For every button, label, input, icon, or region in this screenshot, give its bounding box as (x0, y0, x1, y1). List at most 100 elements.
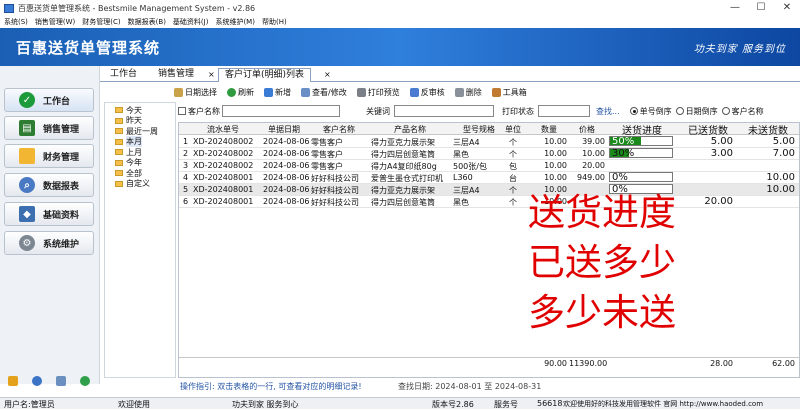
unapprove-button[interactable]: 反审核 (409, 87, 445, 98)
cell-date: 2024-08-06 (263, 149, 310, 158)
cell-customer: 零售客户 (311, 150, 343, 159)
info-icon[interactable] (32, 376, 42, 386)
cell-date: 2024-08-06 (263, 173, 310, 182)
col-date[interactable]: 单据日期 (259, 124, 309, 135)
print-preview-button[interactable]: 打印预览 (356, 87, 400, 98)
progress-label: 30% (612, 148, 635, 159)
radio-customer[interactable] (721, 107, 730, 115)
col-customer[interactable]: 客户名称 (311, 124, 367, 135)
col-undelivered[interactable]: 未送货数 (735, 123, 799, 137)
menu-sales[interactable]: 销售管理(W) (35, 17, 75, 27)
basic-data-icon: ◆ (19, 206, 35, 222)
tree-item[interactable]: 今天 (105, 105, 175, 116)
status-version: 版本号2.86 (432, 400, 474, 409)
cell-undelivered: 7.00 (772, 148, 795, 159)
annotation-line: 已送多少 (528, 241, 676, 284)
col-spec[interactable]: 型号规格 (451, 124, 507, 135)
sidebar-item-sales[interactable]: ▤ 销售管理 (4, 116, 94, 140)
menu-reports[interactable]: 数据报表(B) (128, 17, 166, 27)
gear-icon: ⚙ (19, 235, 35, 251)
customer-select[interactable] (222, 105, 340, 117)
sidebar-item-maintenance[interactable]: ⚙ 系统维护 (4, 231, 94, 255)
col-price[interactable]: 价格 (569, 124, 605, 135)
col-progress[interactable]: 送货进度 (607, 123, 677, 137)
cell-date: 2024-08-06 (263, 197, 310, 206)
sidebar-item-finance[interactable]: 财务管理 (4, 144, 94, 168)
table-row[interactable]: 3 XD-202408002 2024-08-06 零售客户 得力A4复印纸80g 500… (179, 160, 799, 172)
refresh-icon (227, 87, 236, 97)
tree-item[interactable]: 上月 (105, 147, 175, 158)
tab-customer-orders[interactable]: 客户订单(明细)列表 (218, 68, 312, 82)
folder-icon (115, 180, 123, 187)
tab-close-icon[interactable]: × (208, 70, 215, 79)
monitor-icon[interactable] (56, 376, 66, 386)
tree-item[interactable]: 昨天 (105, 116, 175, 127)
delete-button[interactable]: 删除 (454, 87, 482, 98)
tab-close-icon[interactable]: × (324, 70, 331, 79)
tree-item[interactable]: 最近一周 (105, 126, 175, 137)
tab-sales[interactable]: 销售管理 (152, 68, 200, 82)
table-row[interactable]: 1 XD-202408002 2024-08-06 零售客户 得力亚克力展示架 三层A4 个… (179, 136, 799, 148)
menu-help[interactable]: 帮助(H) (262, 17, 287, 27)
col-unit[interactable]: 单位 (503, 124, 523, 135)
orders-table: 流水单号 单据日期 客户名称 产品名称 型号规格 单位 数量 价格 送货进度 已… (178, 122, 800, 378)
cell-delivered: 20.00 (704, 196, 733, 207)
tab-workbench[interactable]: 工作台 (104, 68, 143, 82)
cell-no: 6 (183, 197, 189, 206)
tree-item[interactable]: 今年 (105, 158, 175, 169)
close-button[interactable]: ✕ (774, 0, 800, 16)
cell-qty: 10.00 (544, 149, 567, 158)
minimize-button[interactable]: — (722, 0, 748, 16)
col-delivered[interactable]: 已送货数 (675, 123, 741, 137)
cell-unit: 个 (509, 150, 517, 159)
customer-checkbox[interactable] (178, 107, 186, 115)
view-edit-button[interactable]: 查看/修改 (301, 87, 347, 98)
folder-icon (115, 170, 123, 177)
power-icon[interactable] (80, 376, 90, 386)
operation-hint: 操作指引: 双击表格的一行, 可查看对应的明细记录! (180, 382, 362, 391)
info-bar: 操作指引: 双击表格的一行, 可查看对应的明细记录! 查找日期: 2024-08… (178, 381, 800, 393)
tree-item[interactable]: 本月 (105, 136, 175, 148)
menu-system[interactable]: 系统(S) (4, 17, 28, 27)
col-qty[interactable]: 数量 (531, 124, 567, 135)
status-bar: 用户名:管理员 欢迎使用 功夫到家 服务到心 版本号2.86 服务号 56618… (0, 397, 800, 409)
refresh-button[interactable]: 刷新 (227, 87, 254, 98)
table-row[interactable]: 6 XD-202408001 2024-08-06 好好科技公司 得力四层创意笔筒 黑色 个… (179, 196, 799, 208)
cell-undelivered: 5.00 (772, 136, 795, 147)
cell-price: 10.00 (582, 149, 605, 158)
col-order-no[interactable]: 流水单号 (193, 124, 253, 135)
home-icon[interactable] (8, 376, 18, 386)
total-delivered: 28.00 (710, 359, 733, 368)
menu-finance[interactable]: 财务管理(C) (82, 17, 120, 27)
progress-bar: 50% (609, 136, 673, 147)
print-status-select[interactable] (538, 105, 590, 117)
menu-bar: 系统(S) 销售管理(W) 财务管理(C) 数据报表(B) 基础资料(J) 系统… (0, 16, 800, 28)
cell-no: 3 (183, 161, 189, 170)
menu-basic-data[interactable]: 基础资料(J) (173, 17, 209, 27)
date-select-button[interactable]: 日期选择 (174, 87, 217, 98)
date-range: 查找日期: 2024-08-01 至 2024-08-31 (398, 382, 542, 391)
maximize-button[interactable]: ☐ (748, 0, 774, 16)
sidebar-item-basic-data[interactable]: ◆ 基础资料 (4, 202, 94, 226)
tree-item[interactable]: 全部 (105, 168, 175, 179)
table-row[interactable]: 4 XD-202408001 2024-08-06 好好科技公司 爱普生墨仓式打印机 L3… (179, 172, 799, 184)
table-row[interactable]: 5 XD-202408001 2024-08-06 好好科技公司 得力亚克力展示架 三层A… (179, 184, 799, 196)
folder-icon (115, 117, 123, 124)
cell-order: XD-202408002 (193, 137, 254, 146)
toolbar: 日期选择 刷新 新增 查看/修改 打印预览 反审核 删除 工具箱 (100, 82, 800, 102)
keyword-input[interactable] (394, 105, 494, 117)
tree-item[interactable]: 自定义 (105, 179, 175, 190)
menu-maintenance[interactable]: 系统维护(M) (215, 17, 255, 27)
toolbox-button[interactable]: 工具箱 (491, 87, 527, 98)
radio-date-desc[interactable] (675, 107, 684, 115)
add-button[interactable]: 新增 (264, 87, 291, 98)
radio-order-desc[interactable] (629, 107, 638, 115)
cell-customer: 好好科技公司 (311, 198, 359, 207)
sidebar-item-workbench[interactable]: ✓ 工作台 (4, 88, 94, 112)
table-row[interactable]: 2 XD-202408002 2024-08-06 零售客户 得力四层创意笔筒 黑色 个 10… (179, 148, 799, 160)
search-link[interactable]: 查找... (596, 106, 620, 117)
sidebar-item-label: 销售管理 (43, 124, 80, 135)
cell-product: 得力亚克力展示架 (371, 138, 435, 147)
sidebar-item-reports[interactable]: ⌕ 数据报表 (4, 173, 94, 197)
col-product[interactable]: 产品名称 (371, 124, 449, 135)
